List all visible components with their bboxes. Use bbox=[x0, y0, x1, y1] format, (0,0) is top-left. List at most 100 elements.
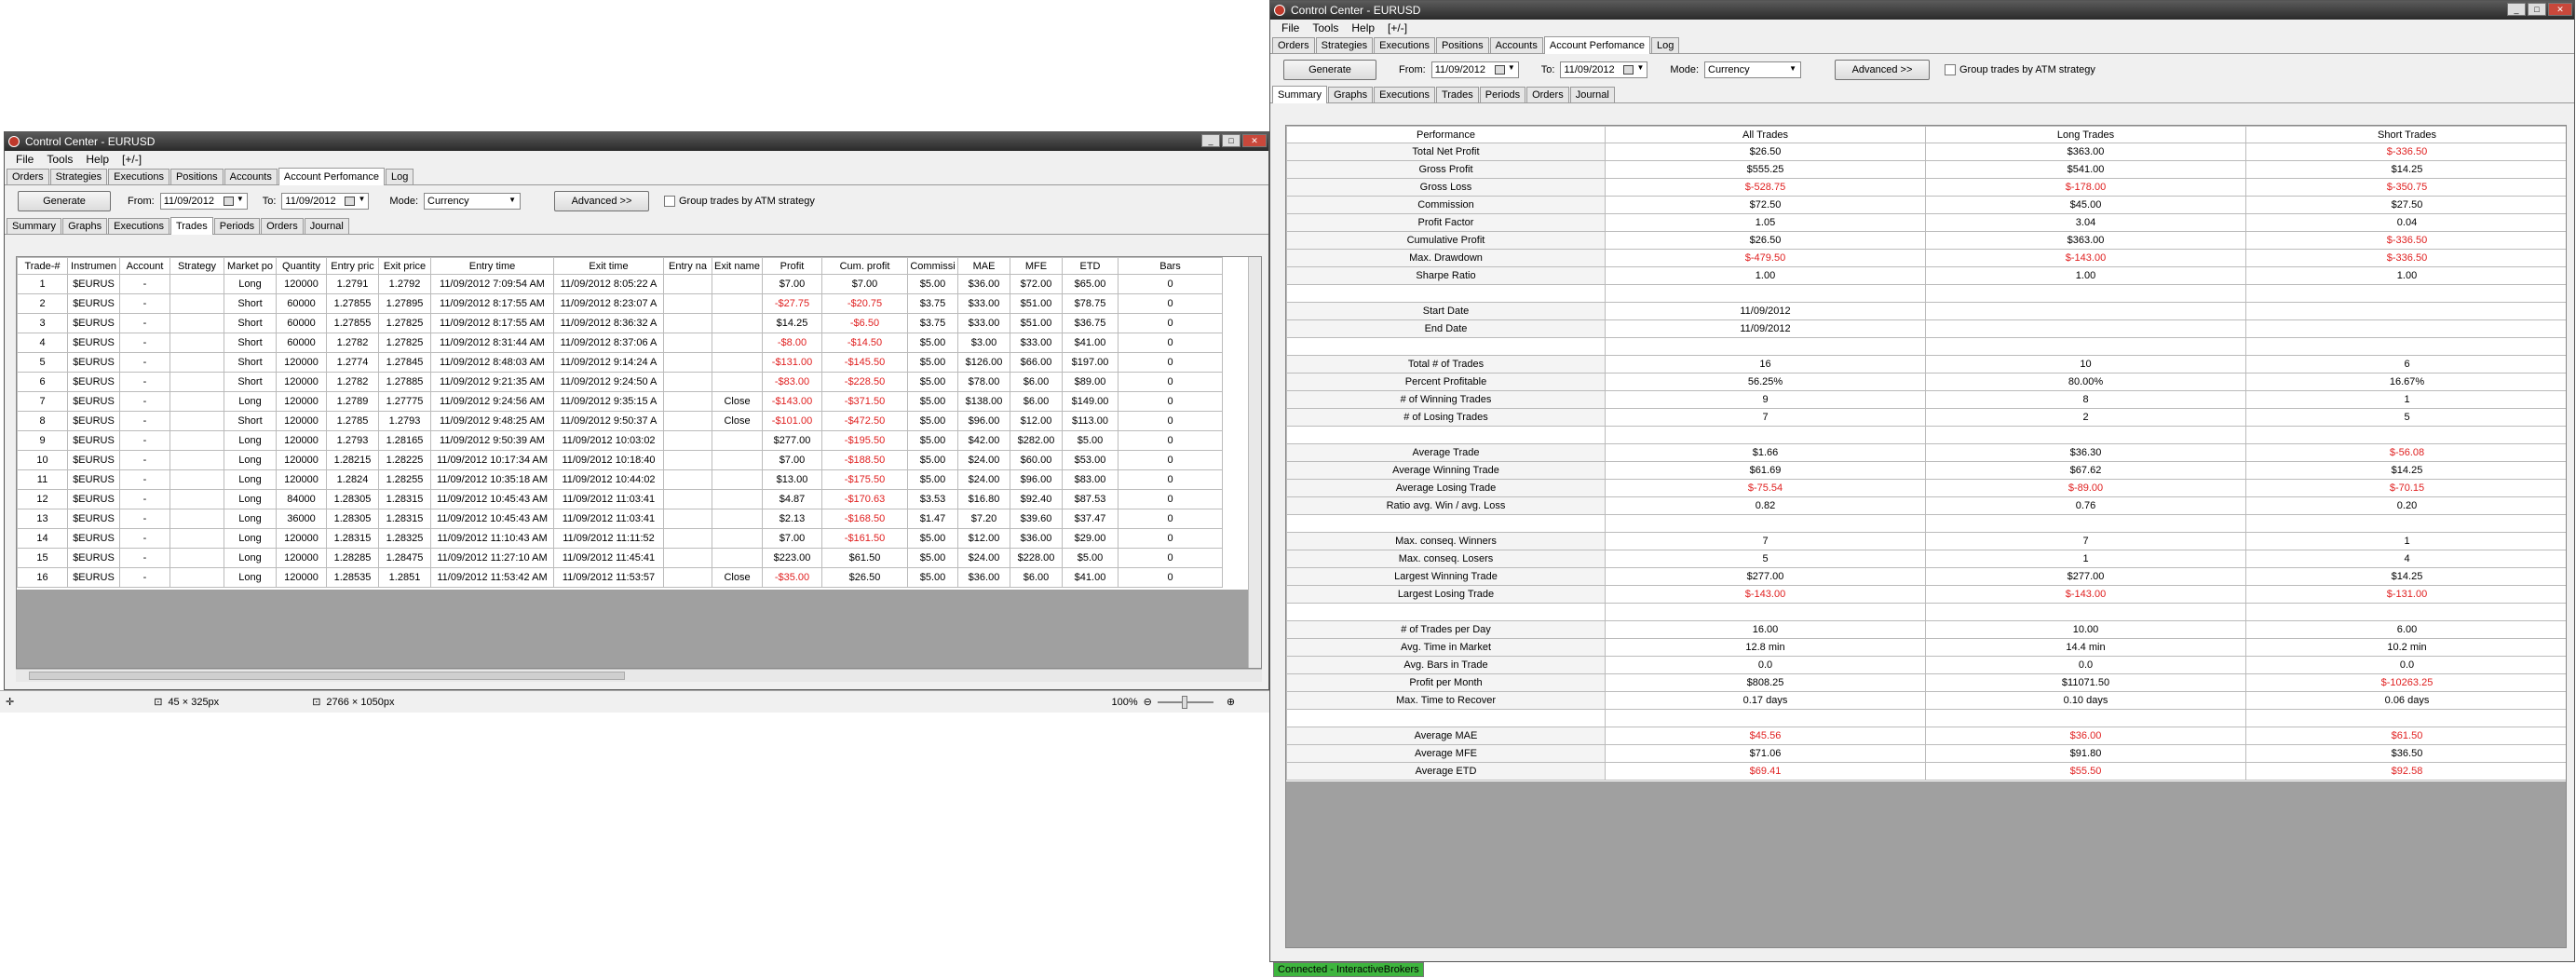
trades-column-header[interactable]: Exit time bbox=[553, 257, 664, 275]
subtab-graphs[interactable]: Graphs bbox=[62, 218, 108, 234]
trades-column-header[interactable]: Entry pric bbox=[326, 257, 379, 275]
mode-select[interactable]: Currency ▼ bbox=[1704, 61, 1801, 78]
from-date-field[interactable]: 11/09/2012 ▼ bbox=[1430, 61, 1519, 78]
calendar-icon[interactable] bbox=[1623, 65, 1634, 75]
table-row[interactable]: 12 $EURUS - Long 84000 1.28305 1.28315 11/09/20… bbox=[17, 489, 1223, 509]
to-date-field[interactable]: 11/09/2012 ▼ bbox=[1560, 61, 1648, 78]
trades-column-header[interactable]: Market po bbox=[224, 257, 277, 275]
menu-help[interactable]: Help bbox=[86, 153, 109, 166]
chevron-down-icon[interactable]: ▼ bbox=[1637, 63, 1645, 72]
menu-toggle[interactable]: [+/-] bbox=[1388, 21, 1407, 34]
performance-column-header[interactable]: Performance bbox=[1286, 126, 1606, 143]
trades-column-header[interactable]: Commissi bbox=[907, 257, 958, 275]
menu-help[interactable]: Help bbox=[1351, 21, 1375, 34]
trades-column-header[interactable]: Strategy bbox=[169, 257, 224, 275]
close-icon[interactable]: ✕ bbox=[2548, 3, 2572, 16]
calendar-icon[interactable] bbox=[223, 197, 234, 206]
subtab-executions[interactable]: Executions bbox=[1374, 87, 1435, 102]
right-titlebar[interactable]: Control Center - EURUSD _ □ ✕ bbox=[1270, 1, 2574, 20]
tab-executions[interactable]: Executions bbox=[108, 169, 169, 184]
tab-strategies[interactable]: Strategies bbox=[49, 169, 108, 184]
performance-column-header[interactable]: Long Trades bbox=[1925, 126, 2246, 143]
subtab-summary[interactable]: Summary bbox=[7, 218, 62, 234]
subtab-trades[interactable]: Trades bbox=[1435, 87, 1479, 102]
table-row[interactable]: 16 $EURUS - Long 120000 1.28535 1.2851 11/09/20… bbox=[17, 567, 1223, 588]
tab-positions[interactable]: Positions bbox=[169, 169, 224, 184]
trades-column-header[interactable]: Instrumen bbox=[67, 257, 120, 275]
menu-toggle[interactable]: [+/-] bbox=[122, 153, 142, 166]
minimize-icon[interactable]: _ bbox=[1201, 134, 1220, 147]
group-atm-checkbox[interactable] bbox=[1945, 64, 1956, 75]
table-row[interactable]: 4 $EURUS - Short 60000 1.2782 1.27825 11/09/201… bbox=[17, 333, 1223, 353]
table-row[interactable]: 3 $EURUS - Short 60000 1.27855 1.27825 11/09/20… bbox=[17, 313, 1223, 333]
horizontal-scrollbar[interactable] bbox=[16, 669, 1262, 682]
subtab-executions[interactable]: Executions bbox=[108, 218, 169, 234]
trades-column-header[interactable]: MAE bbox=[957, 257, 1010, 275]
generate-button[interactable]: Generate bbox=[18, 191, 111, 211]
table-row[interactable]: 6 $EURUS - Short 120000 1.2782 1.27885 11/09/20… bbox=[17, 372, 1223, 392]
trades-column-header[interactable]: Bars bbox=[1118, 257, 1223, 275]
menu-tools[interactable]: Tools bbox=[1312, 21, 1338, 34]
subtab-graphs[interactable]: Graphs bbox=[1328, 87, 1374, 102]
table-row[interactable]: 7 $EURUS - Long 120000 1.2789 1.27775 11/09/201… bbox=[17, 391, 1223, 412]
table-row[interactable]: 11 $EURUS - Long 120000 1.2824 1.28255 11/09/20… bbox=[17, 469, 1223, 490]
menu-file[interactable]: File bbox=[1281, 21, 1299, 34]
zoom-in-icon[interactable]: ⊕ bbox=[1227, 696, 1235, 708]
trades-column-header[interactable]: Entry time bbox=[430, 257, 554, 275]
subtab-orders[interactable]: Orders bbox=[261, 218, 304, 234]
subtab-trades[interactable]: Trades bbox=[169, 217, 213, 235]
tab-log[interactable]: Log bbox=[1650, 37, 1680, 53]
table-row[interactable]: 10 $EURUS - Long 120000 1.28215 1.28225 11/09/2… bbox=[17, 450, 1223, 470]
trades-column-header[interactable]: Profit bbox=[762, 257, 822, 275]
from-date-field[interactable]: 11/09/2012 ▼ bbox=[159, 193, 248, 210]
table-row[interactable]: 13 $EURUS - Long 36000 1.28305 1.28315 11/09/20… bbox=[17, 509, 1223, 529]
tab-account-performance[interactable]: Account Perfomance bbox=[278, 168, 385, 185]
tab-log[interactable]: Log bbox=[385, 169, 414, 184]
trades-column-header[interactable]: Cum. profit bbox=[821, 257, 908, 275]
trades-column-header[interactable]: Quantity bbox=[276, 257, 327, 275]
calendar-icon[interactable] bbox=[345, 197, 356, 206]
subtab-periods[interactable]: Periods bbox=[1479, 87, 1526, 102]
chevron-down-icon[interactable]: ▼ bbox=[237, 195, 244, 203]
trades-column-header[interactable]: Account bbox=[119, 257, 170, 275]
subtab-orders[interactable]: Orders bbox=[1526, 87, 1569, 102]
generate-button[interactable]: Generate bbox=[1283, 60, 1376, 80]
chevron-down-icon[interactable]: ▼ bbox=[359, 195, 366, 203]
group-atm-checkbox[interactable] bbox=[664, 196, 675, 207]
subtab-journal[interactable]: Journal bbox=[304, 218, 349, 234]
vertical-scrollbar[interactable] bbox=[1248, 257, 1261, 668]
subtab-periods[interactable]: Periods bbox=[213, 218, 261, 234]
trades-column-header[interactable]: Exit name bbox=[712, 257, 763, 275]
tab-accounts[interactable]: Accounts bbox=[1489, 37, 1543, 53]
advanced-button[interactable]: Advanced >> bbox=[1835, 60, 1930, 80]
table-row[interactable]: 5 $EURUS - Short 120000 1.2774 1.27845 11/09/20… bbox=[17, 352, 1223, 373]
left-titlebar[interactable]: Control Center - EURUSD _ □ ✕ bbox=[5, 132, 1268, 151]
table-row[interactable]: 2 $EURUS - Short 60000 1.27855 1.27895 11/09/20… bbox=[17, 293, 1223, 314]
zoom-out-icon[interactable]: ⊖ bbox=[1144, 696, 1152, 708]
menu-file[interactable]: File bbox=[16, 153, 34, 166]
tab-executions[interactable]: Executions bbox=[1374, 37, 1435, 53]
maximize-icon[interactable]: □ bbox=[1222, 134, 1241, 147]
trades-column-header[interactable]: Trade-# bbox=[17, 257, 68, 275]
performance-column-header[interactable]: Short Trades bbox=[2245, 126, 2566, 143]
tab-positions[interactable]: Positions bbox=[1435, 37, 1489, 53]
subtab-summary[interactable]: Summary bbox=[1272, 86, 1328, 103]
minimize-icon[interactable]: _ bbox=[2507, 3, 2526, 16]
to-date-field[interactable]: 11/09/2012 ▼ bbox=[281, 193, 370, 210]
tab-orders[interactable]: Orders bbox=[7, 169, 49, 184]
menu-tools[interactable]: Tools bbox=[47, 153, 73, 166]
tab-strategies[interactable]: Strategies bbox=[1315, 37, 1374, 53]
zoom-slider[interactable] bbox=[1157, 695, 1213, 709]
trades-column-header[interactable]: Exit price bbox=[378, 257, 431, 275]
trades-column-header[interactable]: Entry na bbox=[663, 257, 712, 275]
subtab-journal[interactable]: Journal bbox=[1569, 87, 1615, 102]
table-row[interactable]: 1 $EURUS - Long 120000 1.2791 1.2792 11/09/2012… bbox=[17, 274, 1223, 294]
tab-account-performance[interactable]: Account Perfomance bbox=[1543, 36, 1650, 54]
tab-accounts[interactable]: Accounts bbox=[224, 169, 278, 184]
table-row[interactable]: 9 $EURUS - Long 120000 1.2793 1.28165 11/09/201… bbox=[17, 430, 1223, 451]
mode-select[interactable]: Currency ▼ bbox=[424, 193, 521, 210]
chevron-down-icon[interactable]: ▼ bbox=[1508, 63, 1515, 72]
trades-column-header[interactable]: MFE bbox=[1010, 257, 1063, 275]
trades-column-header[interactable]: ETD bbox=[1062, 257, 1119, 275]
table-row[interactable]: 8 $EURUS - Short 120000 1.2785 1.2793 11/09/201… bbox=[17, 411, 1223, 431]
